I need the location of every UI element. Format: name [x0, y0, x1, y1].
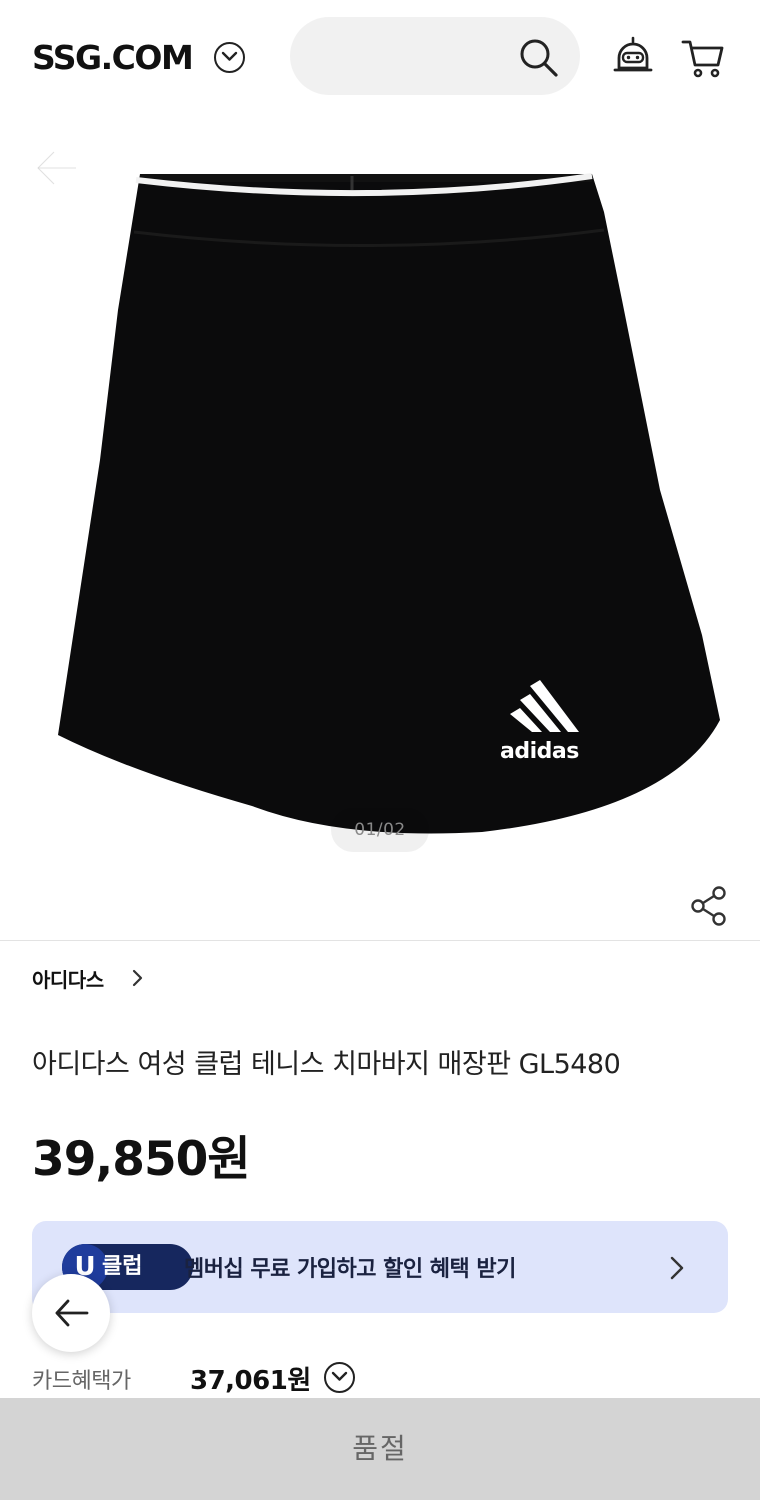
brand-link[interactable]: 아디다스 — [32, 964, 104, 993]
bot-icon[interactable] — [612, 36, 654, 82]
uclub-message: 멤버십 무료 가입하고 할인 혜택 받기 — [184, 1257, 516, 1282]
chevron-right-icon[interactable] — [131, 968, 145, 992]
image-counter: 01/02 — [331, 808, 429, 852]
chevron-right-icon — [668, 1254, 686, 1286]
product-price: 39,850원 — [32, 1132, 251, 1187]
chevron-down-icon[interactable] — [214, 42, 245, 73]
logo[interactable]: SSG.COM — [32, 38, 194, 77]
arrow-left-icon — [55, 1299, 89, 1327]
product-title: 아디다스 여성 클럽 테니스 치마바지 매장판 GL5480 — [32, 1049, 621, 1080]
share-icon[interactable] — [689, 885, 729, 931]
divider — [0, 940, 760, 941]
adidas-logo: adidas — [500, 739, 579, 764]
back-arrow-icon[interactable] — [34, 148, 80, 192]
search-icon[interactable] — [519, 38, 559, 82]
product-image: adidas — [52, 160, 732, 844]
cart-icon[interactable] — [681, 38, 725, 82]
uclub-badge-text: 클럽 — [102, 1254, 143, 1279]
chevron-down-icon[interactable] — [324, 1362, 355, 1393]
header: SSG.COM — [0, 0, 760, 116]
floating-back-button[interactable] — [32, 1274, 110, 1352]
card-benefit-price: 37,061원 — [190, 1366, 311, 1396]
uclub-banner[interactable]: U 클럽 멤버십 무료 가입하고 할인 혜택 받기 — [32, 1221, 728, 1313]
soldout-button[interactable]: 품절 — [0, 1398, 760, 1500]
card-benefit-label: 카드혜택가 — [32, 1369, 131, 1394]
